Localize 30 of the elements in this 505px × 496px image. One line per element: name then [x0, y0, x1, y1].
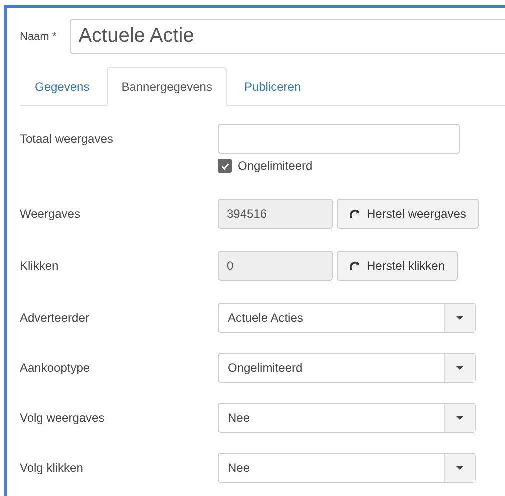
- checkmark-icon: [220, 162, 230, 170]
- caret-icon: [456, 366, 464, 370]
- readonly-input[interactable]: 394516: [218, 199, 333, 229]
- checkbox-label: Ongelimiteerd: [238, 159, 313, 173]
- tab[interactable]: Bannergegevens: [106, 67, 228, 106]
- reset-button[interactable]: Herstel klikken: [337, 251, 458, 281]
- caret-icon: [456, 416, 464, 420]
- field-label: Klikken: [20, 258, 60, 273]
- field-label: Aankooptype: [20, 360, 92, 375]
- checkbox[interactable]: [218, 159, 232, 173]
- redo-icon: [350, 208, 361, 220]
- select-dropdown[interactable]: Nee: [218, 453, 476, 483]
- redo-icon: [350, 260, 361, 272]
- caret-icon: [456, 466, 464, 470]
- field-label: Totaal weergaves: [20, 131, 114, 146]
- select-dropdown[interactable]: Ongelimiteerd: [218, 353, 476, 383]
- field-label: Adverteerder: [20, 310, 90, 325]
- caret-icon: [456, 316, 464, 320]
- select-dropdown[interactable]: Nee: [218, 403, 476, 433]
- tab[interactable]: Gegevens: [20, 67, 105, 106]
- field-label: Volg weergaves: [20, 410, 106, 425]
- name-input[interactable]: Actuele Actie: [70, 19, 505, 54]
- select-dropdown[interactable]: Actuele Acties: [218, 303, 476, 333]
- field-label: Weergaves: [20, 206, 82, 221]
- text-input[interactable]: [218, 124, 460, 154]
- field-label: Volg klikken: [20, 460, 84, 475]
- tab[interactable]: Publiceren: [229, 67, 316, 106]
- field-label: Naam *: [20, 30, 57, 42]
- reset-button[interactable]: Herstel weergaves: [337, 199, 480, 229]
- readonly-input[interactable]: 0: [218, 251, 333, 281]
